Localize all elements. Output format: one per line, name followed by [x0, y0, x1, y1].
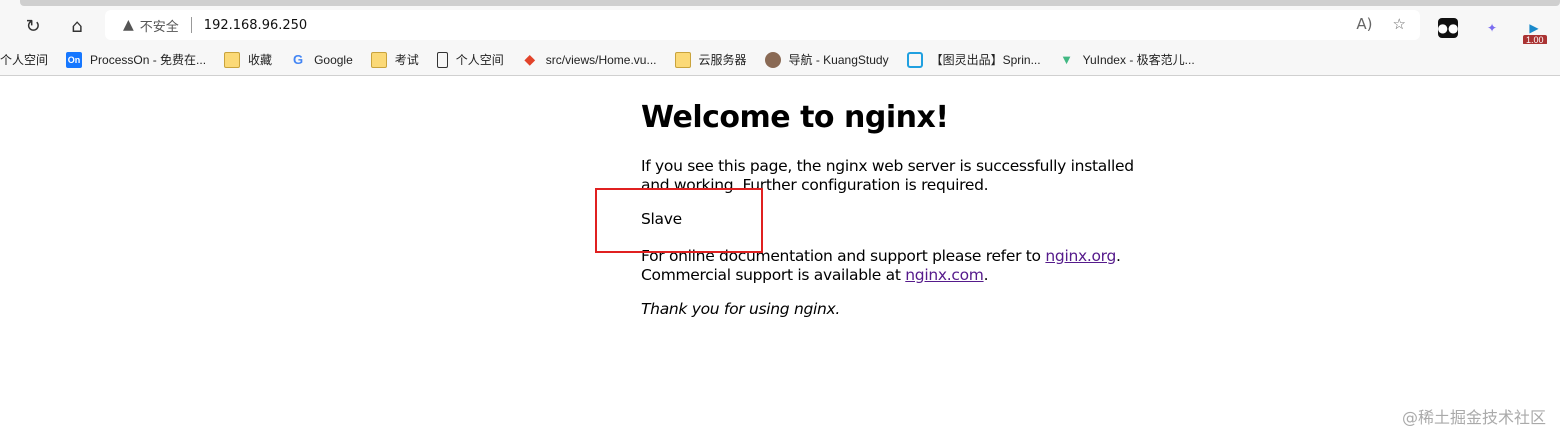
warning-icon[interactable]: ▲	[123, 17, 134, 33]
bilibili-icon	[906, 51, 923, 68]
bookmark-item[interactable]: 个人空间	[0, 51, 48, 68]
bookmark-item[interactable]: G Google	[290, 52, 353, 68]
read-aloud-icon[interactable]: A)	[1356, 15, 1372, 33]
bookmark-label: 个人空间	[455, 53, 504, 67]
watermark: @稀土掘金技术社区	[1401, 408, 1546, 427]
bookmark-label: 收藏	[248, 53, 273, 67]
bookmark-item[interactable]: 考试	[370, 51, 419, 68]
add-favorite-icon[interactable]: ☆	[1393, 15, 1406, 33]
bookmark-label: 云服务器	[698, 53, 747, 67]
browser-toolbar: ↻ ⌂ ▲ 不安全 192.168.96.250 A) ☆ ●● ✦ ▶ 1.0…	[0, 8, 1560, 45]
tab-strip	[0, 0, 1560, 8]
nginx-com-link[interactable]: nginx.com	[905, 266, 984, 284]
nginx-org-link[interactable]: nginx.org	[1045, 247, 1116, 265]
commercial-suffix: .	[983, 266, 989, 284]
bookmark-item[interactable]: 【图灵出品】Sprin...	[906, 51, 1041, 68]
processon-icon: On	[66, 51, 83, 68]
page-icon	[436, 51, 448, 68]
bookmark-item[interactable]: 收藏	[224, 51, 272, 68]
bookmark-label: 【图灵出品】Sprin...	[930, 53, 1041, 67]
bookmark-label: Google	[314, 52, 353, 67]
address-bar[interactable]: ▲ 不安全 192.168.96.250 A) ☆	[105, 10, 1420, 40]
highlight-box	[595, 188, 763, 253]
divider	[190, 17, 192, 33]
bookmark-label: ProcessOn - 免费在...	[90, 53, 207, 67]
bookmark-label: 个人空间	[0, 53, 49, 67]
docs-suffix: .	[1116, 247, 1121, 265]
page-title: Welcome to nginx!	[641, 100, 949, 135]
bookmark-item[interactable]: On ProcessOn - 免费在...	[66, 51, 206, 68]
avatar-icon	[764, 51, 781, 68]
bookmark-item[interactable]: ▼ YuIndex - 极客范儿...	[1059, 51, 1195, 68]
security-label[interactable]: 不安全	[140, 16, 179, 35]
bookmark-item[interactable]: ◆ src/views/Home.vu...	[522, 51, 657, 68]
extension-icon[interactable]: ●●	[1438, 18, 1458, 38]
bookmark-label: YuIndex - 极客范儿...	[1082, 53, 1195, 67]
bookmark-label: src/views/Home.vu...	[545, 52, 657, 67]
commercial-text: Commercial support is available at	[641, 266, 906, 284]
bookmarks-bar: 个人空间 On ProcessOn - 免费在... 收藏 G Google 考试 …	[0, 44, 1560, 76]
folder-icon	[224, 51, 241, 68]
vue-icon: ▼	[1060, 52, 1074, 67]
folder-icon	[370, 51, 387, 68]
bookmark-item[interactable]: 云服务器	[674, 51, 747, 68]
tab-bar[interactable]	[20, 0, 1560, 6]
bookmark-label: 导航 - KuangStudy	[788, 53, 889, 67]
google-icon: G	[293, 52, 304, 67]
bookmark-item[interactable]: 导航 - KuangStudy	[764, 51, 889, 68]
gitlab-icon: ◆	[524, 51, 536, 67]
thanks-text: Thank you for using nginx.	[641, 300, 841, 318]
bookmark-item[interactable]: 个人空间	[436, 51, 504, 68]
folder-icon	[674, 51, 691, 68]
url-text[interactable]: 192.168.96.250	[204, 18, 307, 33]
bookmark-label: 考试	[394, 53, 419, 67]
bird-extension-icon[interactable]: ✦	[1482, 18, 1502, 38]
reload-icon[interactable]: ↻	[21, 14, 45, 38]
home-icon[interactable]: ⌂	[65, 14, 89, 38]
